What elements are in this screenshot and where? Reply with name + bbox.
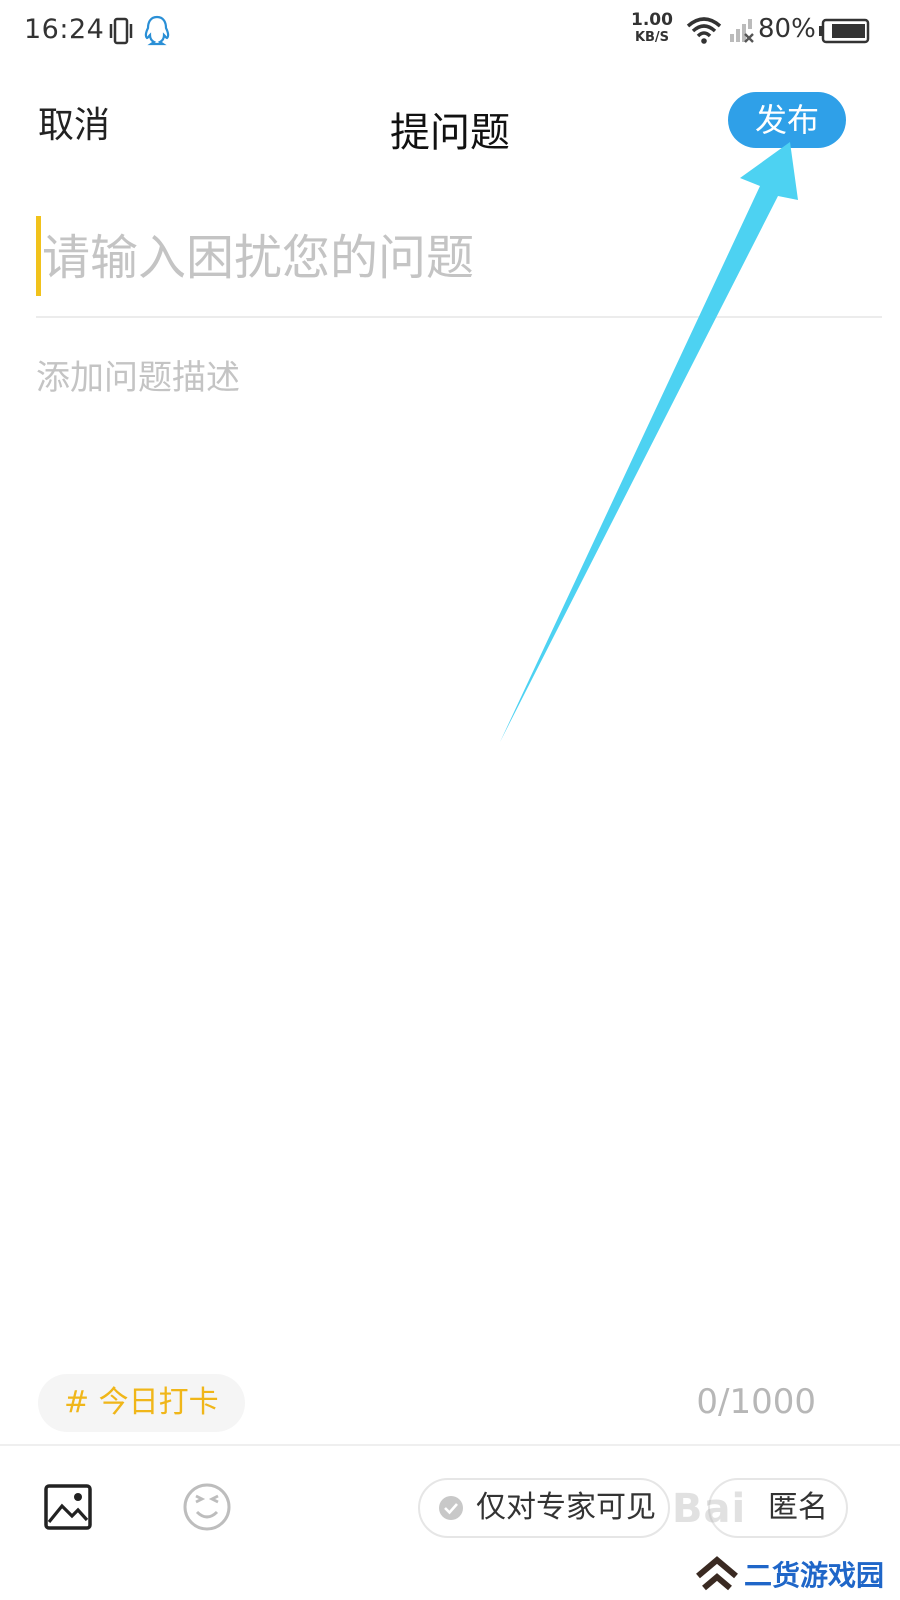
- baidu-watermark: Bai: [672, 1486, 747, 1532]
- battery-percent: 80%: [758, 14, 816, 44]
- char-counter: 0/1000: [696, 1382, 816, 1422]
- question-title-input[interactable]: [42, 212, 862, 304]
- battery-icon: [819, 18, 870, 44]
- expert-only-label: 仅对专家可见: [476, 1490, 656, 1525]
- expert-only-toggle[interactable]: 仅对专家可见: [418, 1478, 670, 1538]
- status-bar: 16:24 1.00 KB/S 80%: [0, 0, 900, 64]
- divider: [36, 316, 882, 318]
- toolbar-divider: [0, 1444, 900, 1446]
- topic-tag[interactable]: # 今日打卡: [38, 1374, 245, 1432]
- publish-button[interactable]: 发布: [728, 92, 846, 148]
- check-circle-icon: [439, 1496, 463, 1520]
- anonymous-label: 匿名: [768, 1490, 828, 1525]
- question-description-input[interactable]: [36, 350, 866, 1350]
- signal-icon: [730, 19, 754, 43]
- chevron-up-logo-icon: [696, 1556, 738, 1591]
- text-cursor: [36, 216, 41, 296]
- qq-icon: [144, 15, 170, 46]
- wifi-icon: [686, 17, 722, 44]
- site-watermark: 二货游戏园: [694, 1552, 884, 1596]
- network-speed: 1.00 KB/S: [631, 10, 673, 46]
- emoji-icon[interactable]: [182, 1482, 232, 1532]
- image-icon[interactable]: [44, 1484, 92, 1530]
- vibrate-icon: [109, 17, 133, 45]
- status-time: 16:24: [24, 14, 105, 45]
- site-watermark-text: 二货游戏园: [744, 1559, 885, 1592]
